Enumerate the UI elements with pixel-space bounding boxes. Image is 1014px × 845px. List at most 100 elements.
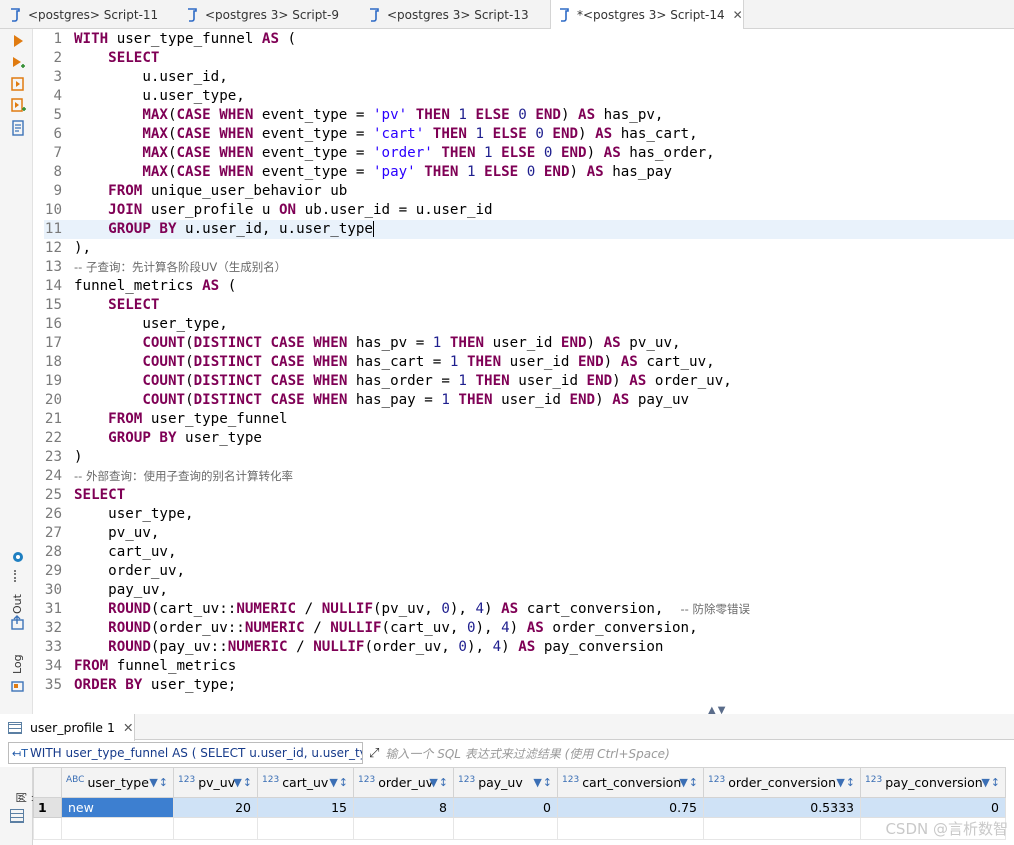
code-line[interactable]: 31 ROUND(cart_uv::NUMERIC / NULLIF(pv_uv… [44,600,1014,619]
output-panel-label[interactable]: Out [11,594,24,614]
code-line[interactable]: 10 JOIN user_profile u ON ub.user_id = u… [44,201,1014,220]
grid-view-icon[interactable] [10,809,24,823]
column-header-user-type[interactable]: ABC user_type ▼↕ [61,767,174,798]
sql-text: event_type = [253,107,373,123]
code-line[interactable]: 23) [44,448,1014,467]
column-header-order-uv[interactable]: 123 order_uv ▼↕ [353,767,454,798]
tab-script-13[interactable]: <postgres 3> Script-13 [367,0,547,29]
sql-keyword: ROUND [108,620,151,636]
code-line[interactable]: 13 -- 子查询：先计算各阶段UV（生成别名） [44,258,1014,277]
filter-expression-input[interactable]: ⤢ 输入一个 SQL 表达式来过滤结果 (使用 Ctrl+Space) [369,742,1014,764]
table-cell[interactable]: 8 [353,797,454,818]
column-header-cart-uv[interactable]: 123 cart_uv ▼↕ [257,767,354,798]
table-cell[interactable]: 20 [173,797,258,818]
settings-gear-icon[interactable] [10,549,26,565]
code-line[interactable]: 15 SELECT [44,296,1014,315]
code-line[interactable]: 4 u.user_type, [44,87,1014,106]
filter-sort-icon[interactable]: ▼↕ [149,776,169,789]
code-line[interactable]: 19 COUNT(DISTINCT CASE WHEN has_order = … [44,372,1014,391]
filter-sort-icon[interactable]: ▼↕ [981,776,1001,789]
code-line[interactable]: 24 -- 外部查询：使用子查询的别名计算转化率 [44,467,1014,486]
tab-script-14[interactable]: *<postgres 3> Script-14 ✕ [550,0,744,30]
sql-keyword: AS [612,392,630,408]
execute-script-icon[interactable] [10,76,26,92]
code-line[interactable]: 35 ORDER BY user_type; [44,676,1014,695]
code-line[interactable]: 9 FROM unique_user_behavior ub [44,182,1014,201]
table-cell[interactable]: 0.75 [557,797,704,818]
code-line[interactable]: 25 SELECT [44,486,1014,505]
sql-keyword: ORDER BY [74,677,143,693]
sql-editor[interactable]: 1 WITH user_type_funnel AS (2 SELECT 3 u.u… [44,29,1014,704]
filter-sort-icon[interactable]: ▼↕ [679,776,699,789]
table-cell[interactable]: 0 [860,797,1006,818]
code-line[interactable]: 8 MAX(CASE WHEN event_type = 'pay' THEN … [44,163,1014,182]
code-line[interactable]: 18 COUNT(DISTINCT CASE WHEN has_cart = 1… [44,353,1014,372]
active-query-field[interactable]: ↤T WITH user_type_funnel AS ( SELECT u.u… [8,742,363,764]
column-header-order-conversion[interactable]: 123 order_conversion ▼↕ [703,767,861,798]
code-line[interactable]: 30 pay_uv, [44,581,1014,600]
sql-keyword: COUNT [142,335,186,351]
code-line[interactable]: 16 user_type, [44,315,1014,334]
execute-statement-icon[interactable] [10,33,26,49]
table-row[interactable]: 1 new 20 15 8 0 0.75 0.5333 0 [33,797,1006,818]
code-line[interactable]: 26 user_type, [44,505,1014,524]
column-header-cart-conversion[interactable]: 123 cart_conversion ▼↕ [557,767,704,798]
row-number-header[interactable] [33,767,62,798]
table-cell[interactable]: 0 [453,797,558,818]
sql-text: ub.user_id = u.user_id [296,202,493,218]
table-cell[interactable]: new [61,797,174,818]
code-line[interactable]: 7 MAX(CASE WHEN event_type = 'order' THE… [44,144,1014,163]
tab-script-11[interactable]: <postgres> Script-11 [8,0,178,29]
sql-text: ) [509,620,527,636]
code-line[interactable]: 6 MAX(CASE WHEN event_type = 'cart' THEN… [44,125,1014,144]
column-header-pay-conversion[interactable]: 123 pay_conversion ▼↕ [860,767,1006,798]
code-line[interactable]: 22 GROUP BY user_type [44,429,1014,448]
sql-text: ( [167,145,177,161]
filter-sort-icon[interactable]: ▼↕ [329,776,349,789]
log-panel-label[interactable]: Log [11,654,24,674]
expand-filter-icon[interactable]: ⤢ [369,746,379,761]
code-line[interactable]: 34 FROM funnel_metrics [44,657,1014,676]
code-line[interactable]: 2 SELECT [44,49,1014,68]
code-line[interactable]: 14 funnel_metrics AS ( [44,277,1014,296]
code-line[interactable]: 20 COUNT(DISTINCT CASE WHEN has_pay = 1 … [44,391,1014,410]
empty-cell [61,817,174,840]
code-line[interactable]: 33 ROUND(pay_uv::NUMERIC / NULLIF(order_… [44,638,1014,657]
code-line[interactable]: 3 u.user_id, [44,68,1014,87]
output-panel-icon[interactable] [10,615,26,631]
close-tab-icon[interactable]: ✕ [733,8,743,22]
code-line[interactable]: 11 GROUP BY u.user_id, u.user_type [44,220,1014,239]
code-line[interactable]: 5 MAX(CASE WHEN event_type = 'pv' THEN 1… [44,106,1014,125]
column-header-pay-uv[interactable]: 123 pay_uv ▼↕ [453,767,558,798]
code-line[interactable]: 21 FROM user_type_funnel [44,410,1014,429]
results-tab[interactable]: user_profile 1 ✕ [0,714,135,741]
text-type-icon: ABC [66,774,85,785]
code-line[interactable]: 1 WITH user_type_funnel AS ( [44,30,1014,49]
sql-keyword: MAX [142,107,168,123]
execute-in-new-tab-icon[interactable] [10,55,26,71]
table-cell[interactable]: 0.5333 [703,797,861,818]
table-cell[interactable]: 15 [257,797,354,818]
close-results-tab-icon[interactable]: ✕ [123,720,133,735]
row-number[interactable]: 1 [33,797,62,818]
code-line[interactable]: 28 cart_uv, [44,543,1014,562]
code-line[interactable]: 27 pv_uv, [44,524,1014,543]
code-line[interactable]: 32 ROUND(order_uv::NUMERIC / NULLIF(cart… [44,619,1014,638]
code-line[interactable]: 29 order_uv, [44,562,1014,581]
column-header-pv-uv[interactable]: 123 pv_uv ▼↕ [173,767,258,798]
filter-sort-icon[interactable]: ▼↕ [233,776,253,789]
sql-keyword: AS [603,145,621,161]
filter-sort-icon[interactable]: ▼↕ [533,776,553,789]
sql-keyword: END [543,164,570,180]
code-line[interactable]: 12), [44,239,1014,258]
execution-log-icon[interactable] [10,677,26,693]
explain-plan-icon[interactable] [10,120,26,136]
execute-script-new-tab-icon[interactable] [10,97,26,113]
filter-sort-icon[interactable]: ▼↕ [836,776,856,789]
filter-sort-icon[interactable]: ▼↕ [429,776,449,789]
code-line[interactable]: 17 COUNT(DISTINCT CASE WHEN has_pv = 1 T… [44,334,1014,353]
tab-script-9[interactable]: <postgres 3> Script-9 [185,0,360,29]
